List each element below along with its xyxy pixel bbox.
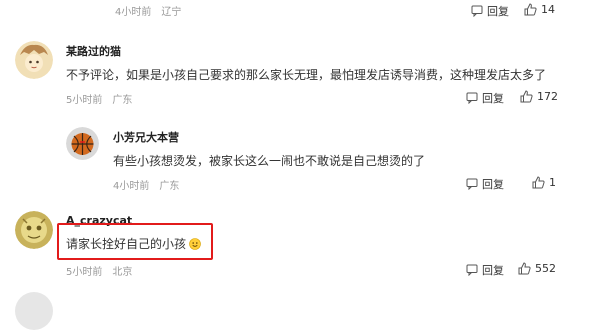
like-button[interactable]: 1 [532,176,556,189]
like-count: 1 [549,176,556,189]
username[interactable]: 小芳兄大本营 [113,129,179,145]
reply-button[interactable]: 回复 [466,262,504,278]
like-button[interactable]: 14 [524,3,555,16]
reply-button[interactable]: 回复 [471,3,509,19]
comment-location: 北京 [112,267,133,278]
reply-button[interactable]: 回复 [466,90,504,106]
avatar[interactable] [66,127,99,160]
like-count: 552 [535,262,556,275]
comment-location: 辽宁 [161,7,182,18]
thumbs-up-icon [524,3,537,16]
avatar[interactable] [15,41,53,79]
reply-label: 回复 [487,5,509,18]
comment-meta: 5小时前 北京 [66,263,132,278]
speech-bubble-icon [471,5,483,17]
avatar[interactable] [15,292,53,330]
comment-location: 广东 [159,181,180,192]
smile-emoji-icon [189,237,201,250]
like-count: 14 [541,3,555,16]
thumbs-up-icon [532,176,545,189]
comment-location: 广东 [112,95,133,106]
comment-text-content: 请家长拴好自己的小孩 [66,237,187,251]
reply-label: 回复 [482,264,504,277]
comment-time: 5小时前 [66,267,103,278]
comment-time: 4小时前 [113,181,150,192]
comment-time: 4小时前 [115,7,152,18]
username[interactable]: 某路过的猫 [66,43,121,59]
reply-button[interactable]: 回复 [466,176,504,192]
comment-text: 请家长拴好自己的小孩 [66,235,201,252]
like-count: 172 [537,90,558,103]
comment-meta: 5小时前 广东 [66,91,132,106]
avatar[interactable] [15,211,53,249]
comment-time: 5小时前 [66,95,103,106]
comment-text: 有些小孩想烫发，被家长这么一闹也不敢说是自己想烫的了 [113,154,426,168]
reply-label: 回复 [482,92,504,105]
like-button[interactable]: 552 [518,262,556,275]
thumbs-up-icon [520,90,533,103]
comment-meta: 4小时前 辽宁 [115,3,181,18]
reply-label: 回复 [482,178,504,191]
speech-bubble-icon [466,92,478,104]
like-button[interactable]: 172 [520,90,558,103]
thumbs-up-icon [518,262,531,275]
speech-bubble-icon [466,178,478,190]
speech-bubble-icon [466,264,478,276]
comment-text: 不予评论，如果是小孩自己要求的那么家长无理，最怕理发店诱导消费，这种理发店太多了 [66,68,547,82]
comment-meta: 4小时前 广东 [113,177,179,192]
